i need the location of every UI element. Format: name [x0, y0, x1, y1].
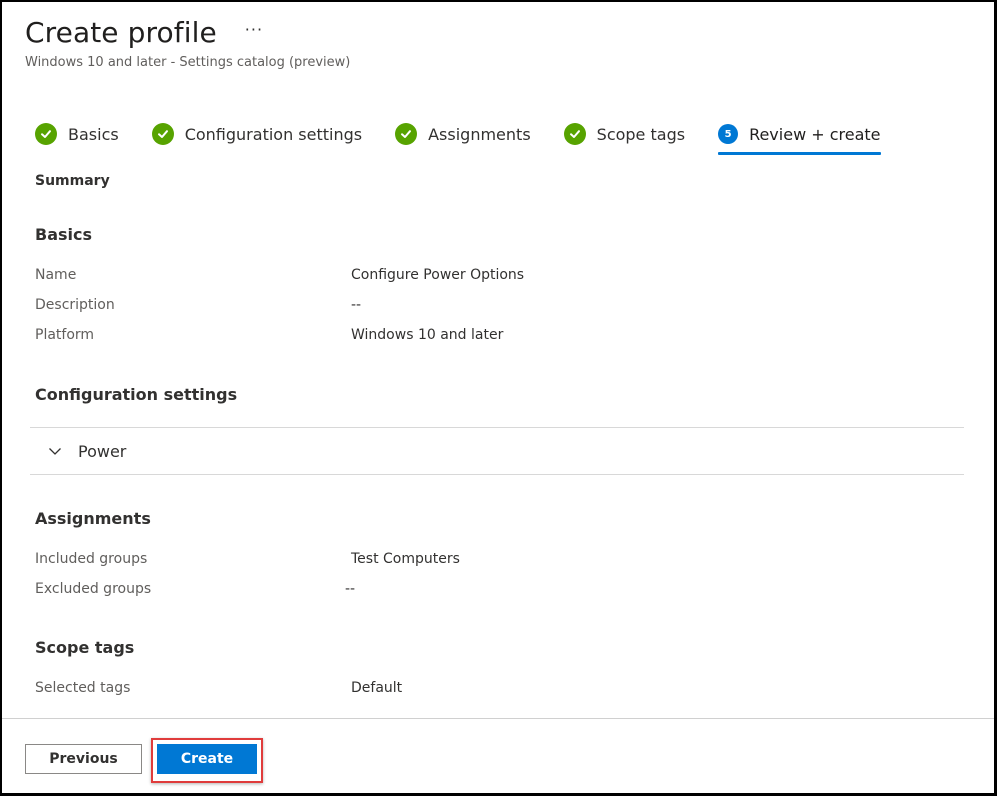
step-number-icon: 5 [718, 124, 739, 144]
detail-row: Name Configure Power Options [35, 260, 524, 290]
summary-heading: Summary [35, 173, 110, 189]
step-scope-tags[interactable]: Scope tags [563, 119, 686, 149]
detail-row: Excluded groups -- [35, 574, 460, 604]
previous-button[interactable]: Previous [25, 744, 142, 774]
check-circle-icon [35, 123, 57, 145]
page-title: Create profile [25, 16, 217, 49]
detail-row: Description -- [35, 290, 524, 320]
detail-key: Name [35, 267, 77, 283]
scope-tags-details: Selected tags Default [35, 673, 402, 703]
step-label: Scope tags [596, 124, 686, 144]
create-profile-page: Create profile ··· Windows 10 and later … [2, 2, 994, 793]
detail-value: Test Computers [351, 551, 460, 567]
configuration-settings-heading: Configuration settings [35, 385, 238, 404]
footer-divider [2, 718, 994, 719]
page-header: Create profile ··· Windows 10 and later … [25, 16, 350, 70]
detail-key: Selected tags [35, 680, 131, 696]
more-options-icon[interactable]: ··· [245, 20, 263, 39]
accordion-label: Power [78, 441, 127, 461]
create-button[interactable]: Create [157, 744, 257, 774]
detail-key: Description [35, 297, 115, 313]
detail-row: Included groups Test Computers [35, 544, 460, 574]
step-label: Assignments [428, 124, 531, 144]
scope-tags-heading: Scope tags [35, 638, 135, 657]
detail-key: Platform [35, 327, 95, 343]
step-review-create[interactable]: 5 Review + create [718, 119, 881, 155]
page-subtitle: Windows 10 and later - Settings catalog … [25, 55, 351, 70]
detail-value: -- [351, 297, 362, 313]
check-circle-icon [563, 123, 586, 145]
check-circle-icon [151, 123, 174, 145]
detail-value: Windows 10 and later [351, 327, 504, 343]
step-number: 5 [724, 128, 732, 140]
step-label: Basics [68, 124, 119, 144]
basics-details: Name Configure Power Options Description… [35, 260, 524, 350]
detail-value: -- [345, 581, 356, 597]
assignments-details: Included groups Test Computers Excluded … [35, 544, 460, 604]
basics-heading: Basics [35, 225, 93, 244]
step-label: Review + create [749, 124, 881, 144]
detail-key: Included groups [35, 551, 148, 567]
power-accordion[interactable]: Power [30, 427, 964, 475]
detail-value: Configure Power Options [351, 267, 525, 283]
chevron-down-icon [49, 448, 61, 455]
step-label: Configuration settings [184, 124, 363, 144]
step-assignments[interactable]: Assignments [395, 119, 531, 149]
wizard-steps: Basics Configuration settings Assignment… [35, 119, 914, 155]
step-configuration-settings[interactable]: Configuration settings [151, 119, 363, 149]
detail-value: Default [351, 680, 403, 696]
detail-key: Excluded groups [35, 581, 152, 597]
assignments-heading: Assignments [35, 509, 151, 528]
step-basics[interactable]: Basics [35, 119, 119, 149]
detail-row: Platform Windows 10 and later [35, 320, 524, 350]
detail-row: Selected tags Default [35, 673, 402, 703]
check-circle-icon [395, 123, 418, 145]
